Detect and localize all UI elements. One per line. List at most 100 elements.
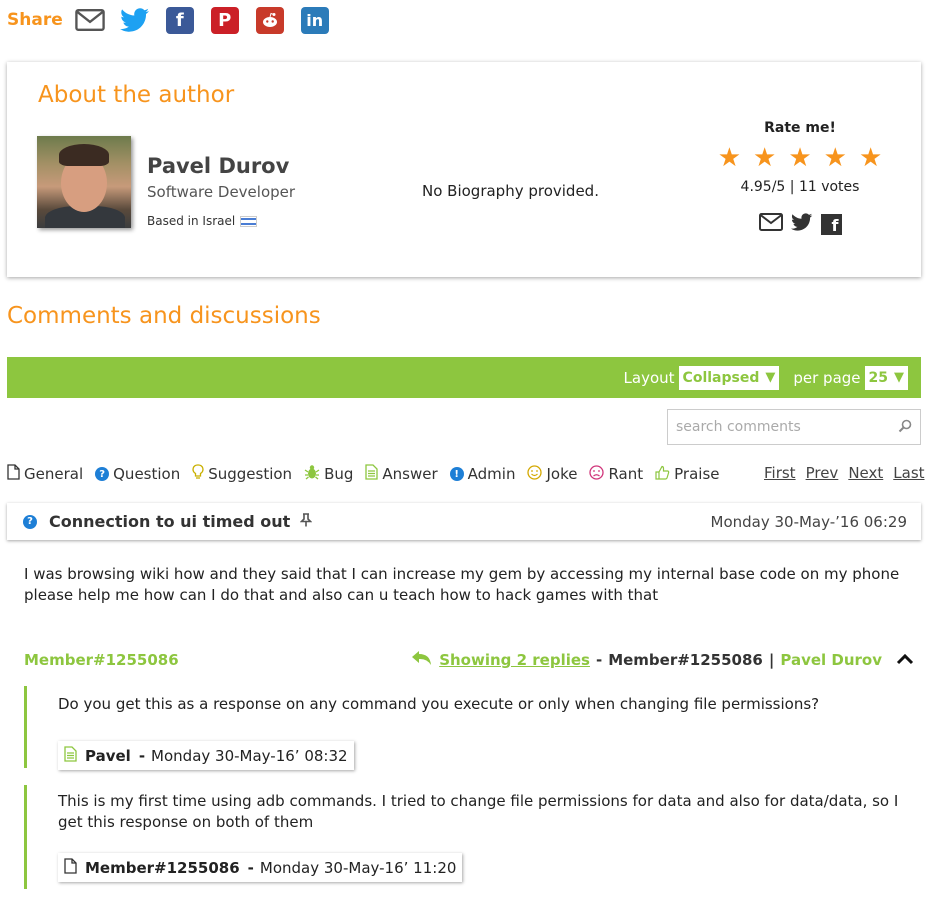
bug-icon [304, 464, 320, 484]
question-icon: ? [23, 514, 37, 529]
pinterest-icon[interactable]: P [210, 6, 240, 34]
layout-select[interactable]: Collapsed ▼ [678, 365, 780, 390]
filter-label: Suggestion [208, 465, 293, 483]
per-page-select-value: 25 [868, 369, 888, 386]
thread-header[interactable]: ? Connection to ui timed out Monday 30-M… [7, 503, 921, 540]
answer-icon [64, 745, 77, 766]
filter-admin[interactable]: ! Admin [449, 465, 515, 483]
replies-author[interactable]: Pavel Durov [780, 651, 882, 669]
star-icon[interactable]: ★ [824, 145, 847, 171]
chevron-down-icon: ▼ [765, 370, 776, 385]
document-icon [64, 857, 77, 878]
question-icon: ? [95, 467, 110, 481]
filter-answer[interactable]: Answer [365, 464, 438, 484]
search-icon[interactable] [898, 418, 912, 437]
reddit-icon[interactable] [255, 6, 285, 34]
linkedin-icon[interactable]: in [300, 6, 330, 34]
israel-flag-icon [240, 215, 258, 227]
filter-label: Joke [546, 465, 578, 483]
filter-praise[interactable]: Praise [655, 465, 720, 484]
pin-icon [299, 512, 313, 531]
filter-label: Rant [608, 465, 644, 483]
thread-replies-info: Showing 2 replies - Member#1255086 | Pav… [411, 650, 914, 670]
smile-icon [527, 464, 543, 484]
author-role: Software Developer [147, 183, 296, 201]
reply-item: Do you get this as a response on any com… [24, 686, 924, 770]
pager-prev[interactable]: Prev [806, 464, 839, 482]
replies-member: Member#1255086 [608, 651, 763, 669]
replies-separator: - [595, 651, 603, 669]
comments-toolbar: Layout Collapsed ▼ per page 25 ▼ [7, 357, 921, 398]
facebook-icon[interactable]: f [820, 213, 842, 235]
star-icon[interactable]: ★ [753, 145, 776, 171]
thread-title[interactable]: Connection to ui timed out [49, 512, 290, 531]
pagination: First Prev Next Last [764, 464, 925, 482]
star-icon[interactable]: ★ [859, 145, 882, 171]
star-icon[interactable]: ★ [788, 145, 811, 171]
reply-icon[interactable] [411, 650, 433, 670]
reply-date: Monday 30-May-16’ 08:32 [151, 746, 348, 765]
rating-stars[interactable]: ★ ★ ★ ★ ★ [707, 145, 893, 171]
filter-label: Bug [324, 465, 354, 483]
rating-panel: Rate me! ★ ★ ★ ★ ★ 4.95/5 | 11 votes f [707, 120, 893, 235]
per-page-select[interactable]: 25 ▼ [864, 365, 908, 390]
layout-select-value: Collapsed [682, 369, 760, 386]
rating-score: 4.95/5 | 11 votes [740, 179, 860, 195]
reply-meta: Pavel - Monday 30-May-16’ 08:32 [58, 741, 354, 770]
filter-label: General [24, 465, 84, 483]
author-name[interactable]: Pavel Durov [147, 154, 289, 178]
twitter-icon[interactable] [790, 213, 813, 235]
document-icon [7, 464, 20, 484]
email-icon[interactable] [74, 6, 105, 34]
filter-joke[interactable]: Joke [527, 464, 578, 484]
thread-date: Monday 30-May-’16 06:29 [710, 512, 908, 531]
reply-author[interactable]: Pavel [85, 747, 131, 765]
filter-label: Question [113, 465, 181, 483]
author-heading: About the author [38, 82, 235, 108]
reply-dash: - [138, 746, 146, 765]
thread-member[interactable]: Member#1255086 [24, 651, 179, 669]
reply-date: Monday 30-May-16’ 11:20 [259, 858, 457, 877]
filter-bug[interactable]: Bug [304, 464, 353, 484]
show-replies-link[interactable]: Showing 2 replies [439, 651, 590, 669]
filter-rant[interactable]: Rant [589, 464, 644, 484]
filter-label: Answer [382, 465, 438, 483]
author-bio: No Biography provided. [422, 182, 599, 200]
reply-text: This is my first time using adb commands… [58, 792, 899, 831]
thread-body: I was browsing wiki how and they said th… [24, 565, 900, 604]
filter-question[interactable]: ? Question [95, 465, 180, 483]
pager-next[interactable]: Next [848, 464, 883, 482]
author-location: Based in Israel [147, 214, 258, 228]
reply-dash: - [247, 858, 254, 877]
search-box [667, 409, 921, 445]
pager-first[interactable]: First [764, 464, 796, 482]
star-icon[interactable]: ★ [718, 145, 741, 171]
comments-heading: Comments and discussions [7, 303, 321, 329]
author-panel: About the author Pavel Durov Software De… [7, 62, 921, 277]
pager-last[interactable]: Last [893, 464, 924, 482]
email-icon[interactable] [758, 213, 783, 235]
search-input[interactable] [676, 419, 898, 435]
author-contact-icons: f [707, 213, 893, 235]
author-avatar [37, 136, 131, 228]
thumbs-up-icon [655, 465, 670, 484]
filter-general[interactable]: General [7, 464, 83, 484]
angry-icon [589, 464, 605, 484]
chevron-down-icon: ▼ [894, 370, 904, 385]
reply-author[interactable]: Member#1255086 [85, 859, 240, 877]
chevron-up-icon[interactable] [896, 651, 914, 669]
comment-type-filters: General ? Question Suggestion Bug Answer… [7, 464, 732, 484]
share-bar: Share f P in [7, 6, 345, 34]
twitter-icon[interactable] [119, 6, 150, 34]
facebook-icon[interactable]: f [165, 6, 195, 34]
filter-suggestion[interactable]: Suggestion [192, 464, 292, 484]
author-location-text: Based in Israel [147, 214, 236, 228]
admin-icon: ! [449, 467, 464, 481]
per-page-label: per page [793, 368, 861, 387]
thread-footer: Member#1255086 Showing 2 replies - Membe… [24, 650, 914, 670]
lightbulb-icon [192, 464, 204, 484]
filter-label: Praise [674, 465, 720, 483]
answer-icon [365, 464, 379, 484]
rate-title: Rate me! [764, 120, 836, 136]
reply-item: This is my first time using adb commands… [24, 785, 924, 889]
